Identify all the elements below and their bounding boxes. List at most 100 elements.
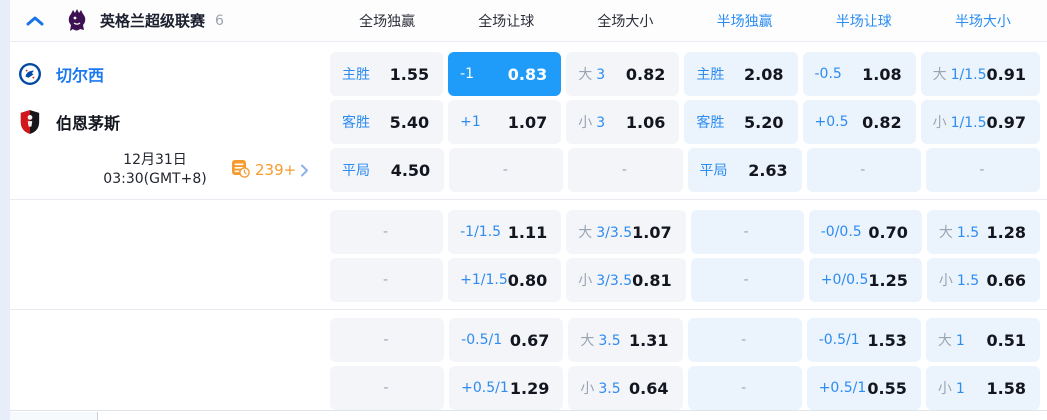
dash-placeholder: - [383, 224, 389, 240]
odds-row: - -1/1.5 1.11 大 3/3.5 1.07 - -0/0.5 0.70 大 1.5 1.28 [330, 210, 1040, 254]
odds-cell-empty: - [690, 210, 804, 254]
odds-value: 0.70 [868, 222, 908, 242]
odds-cell[interactable]: 平局 2.63 [687, 148, 802, 192]
odds-cell[interactable]: +1 1.07 [448, 100, 562, 144]
odds-value: 0.80 [507, 270, 548, 290]
outcome-label: 主胜 [696, 67, 725, 83]
odds-cell[interactable]: +0.5/1 1.29 [449, 366, 564, 410]
odds-value: 5.40 [389, 112, 430, 132]
odds-cell[interactable]: 小 3/3.5 0.81 [566, 258, 686, 302]
over-under-char: 小 [937, 381, 952, 397]
odds-value: 0.91 [986, 64, 1026, 84]
more-markets-link[interactable]: 239+ [231, 148, 309, 192]
match-date: 12月31日 [123, 152, 187, 168]
odds-row: - +1/1.5 0.80 小 3/3.5 0.81- +0/0.5 1.25 小 1.5 0.66 [330, 258, 1040, 302]
odds-cell[interactable]: -1/1.5 1.11 [448, 210, 562, 254]
odds-value: 1.53 [867, 330, 907, 350]
odds-cell-empty: - [330, 258, 444, 302]
dash-placeholder: - [743, 272, 749, 288]
odds-value: 0.67 [509, 330, 550, 350]
group-divider [10, 199, 1047, 200]
handicap-line-label: -1 [460, 66, 475, 82]
odds-cell-empty: - [687, 366, 802, 410]
chevron-right-icon [300, 164, 309, 177]
odds-value: 1.06 [625, 112, 666, 132]
odds-cell[interactable]: -0/0.5 0.70 [808, 210, 922, 254]
odds-value: 1.29 [509, 378, 550, 398]
odds-cell-empty: - [330, 318, 445, 362]
odds-value: 0.97 [986, 112, 1026, 132]
over-under-char: 大 [580, 333, 595, 349]
odds-value: 0.64 [629, 378, 669, 398]
odds-cell[interactable]: +0.5 0.82 [802, 100, 916, 144]
next-section-edge [10, 410, 1047, 420]
overunder-line-label: 大 3/3.5 [578, 225, 633, 241]
odds-cell[interactable]: 主胜 2.08 [684, 52, 798, 96]
odds-cell[interactable]: -0.5/1 0.67 [449, 318, 564, 362]
over-under-char: 小 [932, 115, 947, 131]
handicap-line-label: -0/0.5 [820, 224, 862, 240]
odds-cell[interactable]: +0.5/1 0.55 [806, 366, 921, 410]
outcome-label: 平局 [342, 163, 370, 179]
odds-cell[interactable]: 大 3 0.82 [566, 52, 680, 96]
odds-cell[interactable]: 大 3/3.5 1.07 [566, 210, 686, 254]
odds-cell[interactable]: 客胜 5.20 [684, 100, 798, 144]
outcome-label: 平局 [699, 163, 728, 179]
odds-cell[interactable]: 小 3 1.06 [566, 100, 680, 144]
overunder-line-label: 小1 [937, 381, 965, 397]
odds-cell[interactable]: 平局 4.50 [330, 148, 445, 192]
odds-cell-empty: - [330, 210, 444, 254]
collapse-chevron-up-icon[interactable] [18, 15, 52, 27]
dash-placeholder: - [979, 162, 985, 178]
dash-placeholder: - [860, 162, 866, 178]
odds-value: 0.66 [986, 270, 1026, 290]
markets-count: 239+ [255, 161, 297, 179]
odds-cell[interactable]: 大 1/1.5 0.91 [920, 52, 1040, 96]
match-time: 03:30(GMT+8) [103, 171, 207, 187]
odds-value: 1.58 [986, 378, 1027, 398]
odds-cell[interactable]: +1/1.5 0.80 [448, 258, 562, 302]
odds-value: 0.82 [862, 112, 902, 132]
odds-cell[interactable]: -0.5 1.08 [802, 52, 916, 96]
odds-value: 0.82 [625, 64, 666, 84]
odds-cell[interactable]: 主胜 1.55 [330, 52, 444, 96]
odds-value: 0.51 [986, 330, 1027, 350]
odds-row: - +0.5/1 1.29 小 3.5 0.64- +0.5/1 0.55 小 1 1.58 [330, 366, 1041, 410]
overunder-line-label: 大 1.5 [938, 225, 980, 241]
stats-clock-icon [231, 159, 250, 182]
overunder-line-label: 小 1/1.5 [932, 115, 987, 131]
overunder-line-label: 小 3/3.5 [578, 273, 633, 289]
overunder-line-label: 大 3.5 [580, 333, 621, 349]
dash-placeholder: - [741, 380, 747, 396]
odds-cell-empty: - [568, 148, 683, 192]
overunder-line-label: 大1 [937, 333, 965, 349]
overunder-line-label: 大3 [578, 67, 606, 83]
away-team-name[interactable]: 伯恩茅斯 [56, 110, 120, 134]
dash-placeholder: - [741, 332, 747, 348]
odds-cell[interactable]: -1 0.83 [448, 52, 562, 96]
odds-cell[interactable]: -0.5/1 1.53 [806, 318, 921, 362]
odds-cell[interactable]: 小 1/1.5 0.97 [920, 100, 1040, 144]
odds-cell[interactable]: +0/0.5 1.25 [808, 258, 922, 302]
handicap-line-label: +1/1.5 [460, 272, 508, 288]
league-match-count: 6 [215, 12, 224, 29]
odds-cell[interactable]: 客胜 5.40 [330, 100, 444, 144]
handicap-line-label: -0.5/1 [818, 332, 860, 348]
odds-row: 主胜 1.55 -1 0.83 大 3 0.82 主胜 2.08 -0.5 1.08 大 1/1.5 0.… [330, 52, 1040, 96]
odds-value: 5.20 [744, 112, 784, 132]
odds-cell[interactable]: 小 1 1.58 [925, 366, 1041, 410]
odds-cell[interactable]: 大 3.5 1.31 [568, 318, 683, 362]
odds-cell[interactable]: 大 1 0.51 [925, 318, 1041, 362]
odds-cell[interactable]: 小 1.5 0.66 [926, 258, 1040, 302]
overunder-line-label: 大 1/1.5 [932, 67, 987, 83]
odds-value: 2.08 [744, 64, 784, 84]
betting-league-section: 英格兰超级联赛 6 全场独赢 全场让球 全场大小 半场独赢 半场让球 半场大小 … [0, 0, 1047, 420]
match-datetime: 12月31日 03:30(GMT+8) [60, 148, 250, 192]
handicap-line-label: -0.5/1 [461, 332, 503, 348]
overunder-line-label: 小 3.5 [580, 381, 621, 397]
odds-cell[interactable]: 小 3.5 0.64 [568, 366, 683, 410]
odds-cell[interactable]: 大 1.5 1.28 [926, 210, 1040, 254]
home-team-name[interactable]: 切尔西 [56, 62, 104, 86]
odds-value: 1.28 [986, 222, 1026, 242]
odds-row: - -0.5/1 0.67 大 3.5 1.31 - -0.5/1 1.53 大 1 0.51 [330, 318, 1041, 362]
